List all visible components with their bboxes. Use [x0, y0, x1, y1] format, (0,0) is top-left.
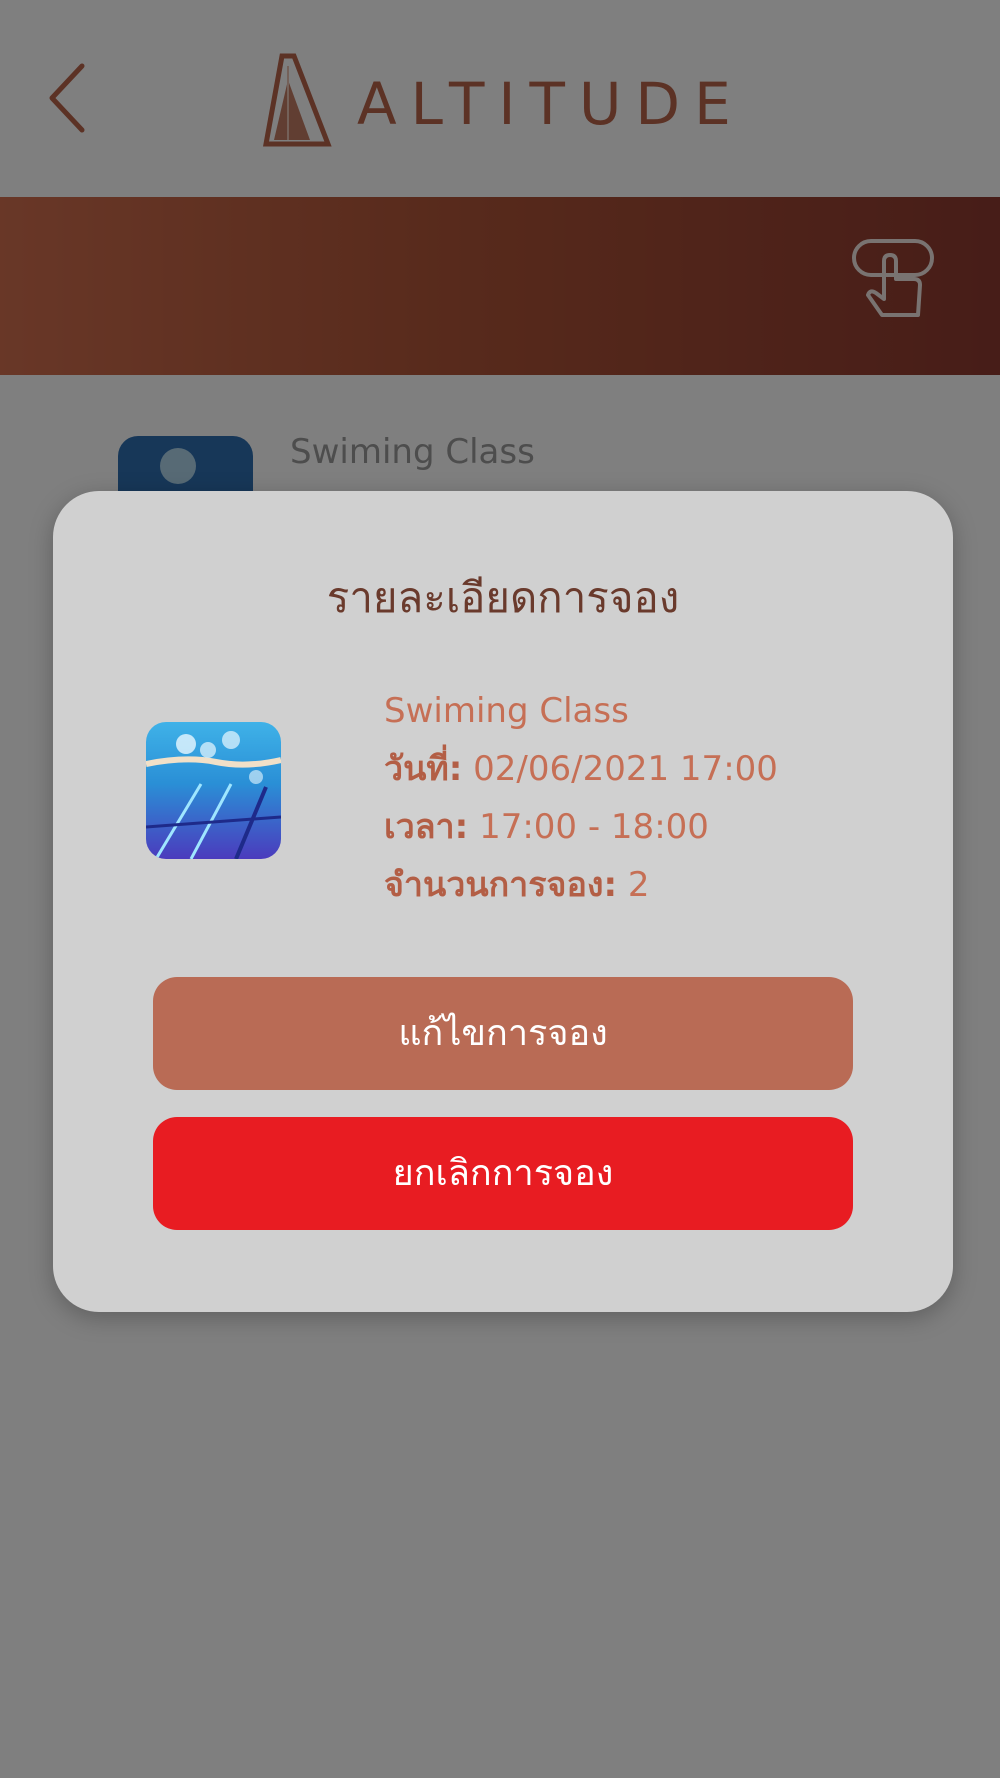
time-label: เวลา: [384, 807, 469, 847]
cancel-booking-button[interactable]: ยกเลิกการจอง [153, 1117, 853, 1230]
modal-title: รายละเอียดการจอง [326, 573, 680, 622]
booking-page: ALTITUDE Swiming Class รายละเอียดการจอง [0, 0, 1000, 1778]
count-label: จำนวนการจอง: [384, 865, 618, 905]
date-label: วันที่: [384, 749, 463, 789]
count-value: 2 [627, 865, 650, 905]
edit-booking-button[interactable]: แก้ไขการจอง [153, 977, 853, 1090]
booking-date-row: วันที่: 02/06/2021 17:00 [384, 740, 924, 798]
time-value: 17:00 - 18:00 [479, 807, 709, 847]
class-name: Swiming Class [384, 691, 629, 731]
booking-count-row: จำนวนการจอง: 2 [384, 856, 924, 914]
booking-detail-modal: รายละเอียดการจอง Swiming Class วันที่: 0… [53, 491, 953, 1312]
booking-time-row: เวลา: 17:00 - 18:00 [384, 798, 924, 856]
booking-detail-info: Swiming Class วันที่: 02/06/2021 17:00 เ… [384, 682, 924, 914]
date-value: 02/06/2021 17:00 [473, 749, 778, 789]
class-thumbnail [146, 722, 281, 859]
swimming-pool-image-icon [146, 722, 281, 859]
